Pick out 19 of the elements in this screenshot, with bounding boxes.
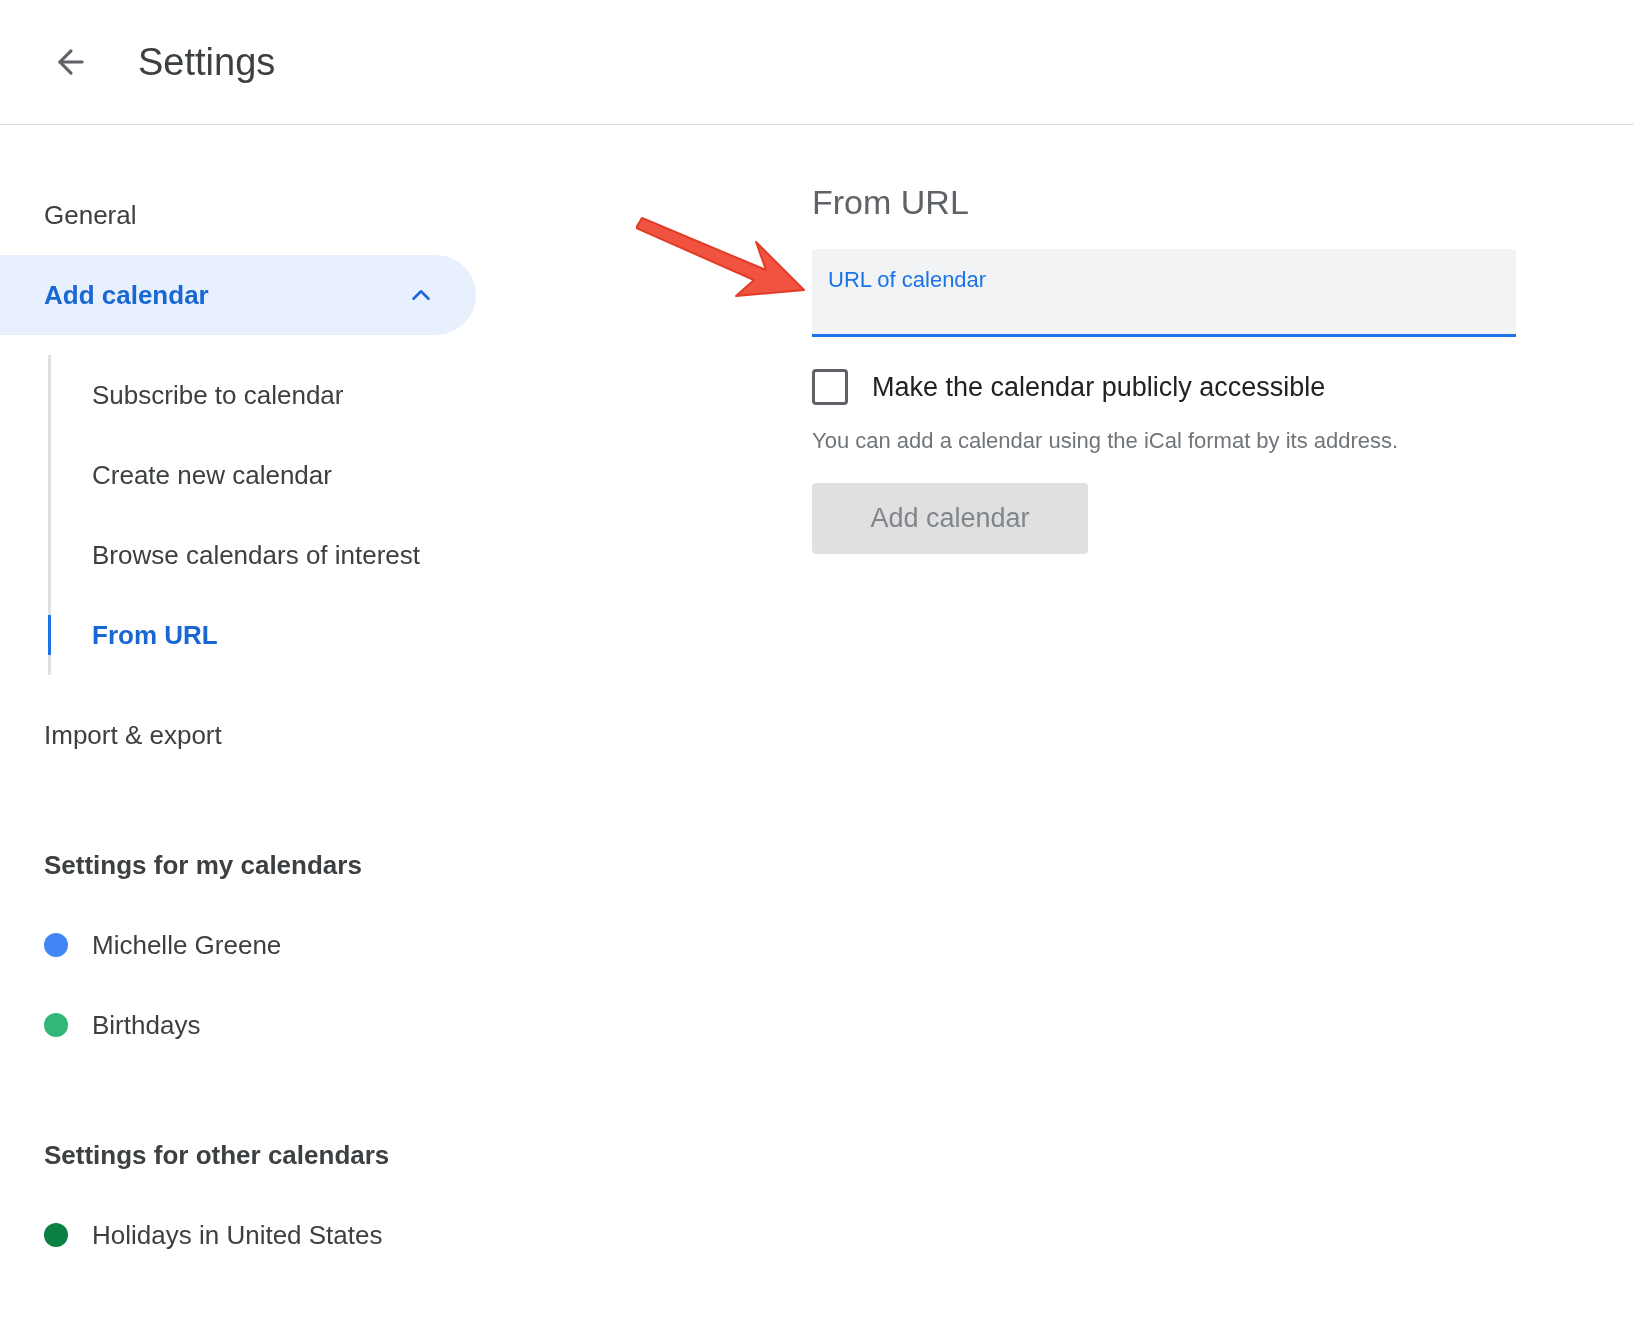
calendar-name[interactable]: Holidays in United States: [92, 1215, 383, 1255]
sidebar-item[interactable]: General: [0, 175, 476, 255]
section-heading: Settings for my calendars: [43, 848, 363, 882]
calendar-name[interactable]: Birthdays: [92, 1005, 201, 1045]
calendar-name[interactable]: Michelle Greene: [92, 925, 282, 965]
checkbox-label: Make the calendar publicly accessible: [872, 371, 1326, 404]
checkbox[interactable]: [812, 369, 848, 406]
section-title: From URL: [812, 182, 970, 223]
sidebar-subitem[interactable]: Browse calendars of interest: [48, 535, 480, 575]
sidebar-subitem[interactable]: Create new calendar: [48, 455, 480, 495]
field-label: URL of calendar: [828, 267, 987, 292]
sidebar-item[interactable]: Import & export: [0, 695, 476, 775]
sidebar-subitem[interactable]: From URL: [48, 615, 480, 655]
help-text: You can add a calendar using the iCal format by its address.: [812, 426, 1400, 455]
sidebar-subitem[interactable]: Subscribe to calendar: [48, 375, 480, 415]
sidebar-item[interactable]: Add calendar: [0, 255, 476, 335]
page-title: Settings: [138, 39, 276, 85]
section-heading: Settings for other calendars: [43, 1138, 391, 1172]
url-input-field[interactable]: URL of calendar: [812, 249, 1516, 337]
